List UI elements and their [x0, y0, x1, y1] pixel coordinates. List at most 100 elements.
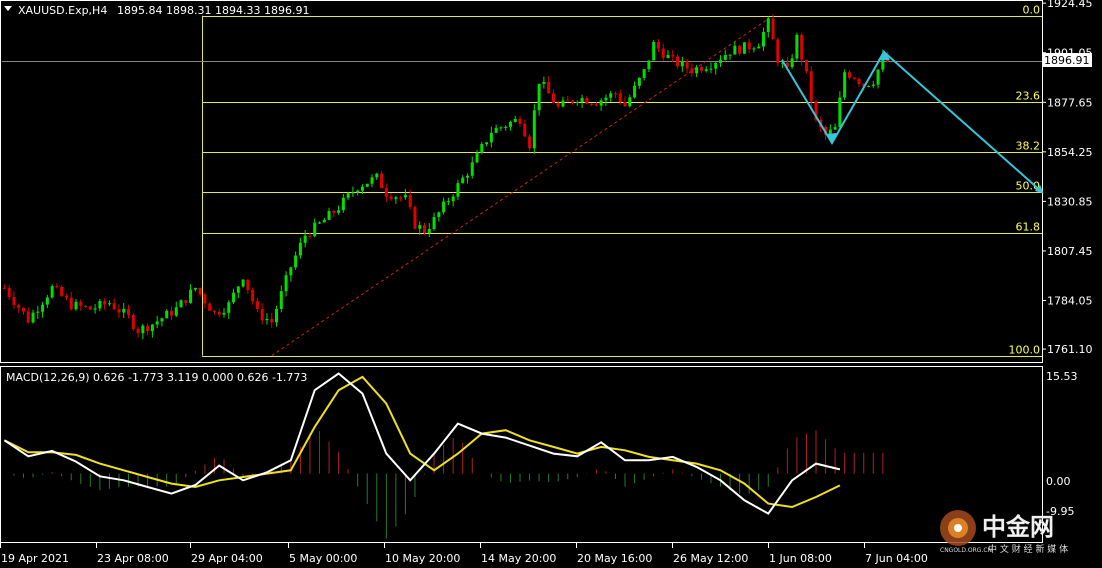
candle-body — [12, 296, 16, 306]
candle-body — [255, 301, 259, 309]
candle-body — [303, 235, 307, 243]
candle-body — [485, 142, 489, 145]
candle-body — [652, 41, 656, 61]
trend-line — [271, 18, 769, 357]
candle-body — [227, 302, 231, 313]
candle-body — [117, 309, 121, 313]
candle-body — [719, 59, 723, 63]
macd-label: MACD(12,26,9) 0.626 -1.773 3.119 0.000 0… — [6, 371, 307, 384]
candle-body — [399, 197, 403, 199]
candle-body — [723, 54, 727, 60]
candle-body — [384, 188, 388, 197]
time-tick-label: 10 May 20:00 — [385, 552, 460, 565]
candle-body — [680, 61, 684, 67]
price-tick-label: 1807.45 — [1047, 245, 1093, 258]
candle-body — [757, 46, 761, 49]
candle-body — [31, 312, 35, 323]
candle-body — [590, 103, 594, 105]
candle-body — [432, 217, 436, 230]
candle-body — [17, 305, 21, 308]
candle-body — [518, 118, 522, 124]
candle-body — [537, 83, 541, 111]
candle-body — [84, 305, 88, 307]
candle-body — [332, 211, 336, 213]
candle-body — [633, 85, 637, 98]
candle-body — [356, 190, 360, 193]
candle-body — [738, 45, 742, 54]
candle-body — [217, 311, 221, 315]
macd-main-line — [3, 372, 841, 515]
candle-body — [64, 295, 68, 298]
macd-axis-zero: 0.00 — [1046, 475, 1071, 488]
candle-body — [365, 183, 369, 187]
candle-body — [771, 18, 775, 40]
candle-body — [50, 286, 54, 298]
candle-body — [585, 98, 589, 104]
candle-body — [403, 194, 407, 198]
candle-body — [337, 210, 341, 213]
candle-body — [833, 127, 837, 130]
logo-brand: 中金网 — [982, 513, 1054, 541]
candle-body — [370, 177, 374, 184]
candle-body — [728, 54, 732, 56]
candle-body — [551, 93, 555, 104]
candle-body — [427, 229, 431, 234]
fib-level-label: 23.6 — [1016, 90, 1041, 103]
time-tick-label: 14 May 20:00 — [481, 552, 556, 565]
candle-body — [146, 325, 150, 332]
candle-body — [41, 304, 45, 312]
candle-body — [871, 84, 875, 86]
candle-body — [528, 136, 532, 149]
collapse-triangle-icon[interactable] — [4, 6, 12, 11]
candle-body — [876, 69, 880, 85]
time-axis: 19 Apr 2021 23 Apr 08:00 29 Apr 04:00 5 May… — [0, 543, 928, 565]
candle-body — [2, 287, 6, 289]
candle-body — [580, 98, 584, 102]
candle-body — [246, 279, 250, 290]
price-tick-label: 1784.05 — [1047, 294, 1093, 307]
candle-body — [594, 104, 598, 106]
candle-body — [699, 67, 703, 71]
candle-body — [289, 267, 293, 276]
chart-symbol: XAUUSD.Exp,H4 — [18, 4, 107, 17]
candle-body — [375, 173, 379, 178]
candle-body — [609, 93, 613, 98]
candle-body — [260, 308, 264, 321]
fib-level-label: 61.8 — [1016, 221, 1041, 234]
candle-body — [742, 42, 746, 54]
candle-body — [776, 39, 780, 64]
candle-body — [112, 303, 116, 310]
candle-body — [208, 303, 212, 311]
time-tick-label: 5 May 00:00 — [289, 552, 357, 565]
candle-body — [637, 77, 641, 86]
candle-body — [241, 279, 245, 287]
candle-body — [45, 297, 49, 305]
price-tick-label: 1924.45 — [1047, 0, 1093, 10]
candle-body — [275, 308, 279, 323]
current-price-text: 1896.91 — [1044, 54, 1090, 67]
candle-body — [714, 62, 718, 69]
candle-body — [193, 287, 197, 290]
candle-body — [446, 201, 450, 203]
candle-body — [131, 314, 135, 329]
candlesticks — [2, 13, 890, 340]
price-tick-label: 1854.25 — [1047, 146, 1093, 159]
candle-body — [413, 206, 417, 229]
candle-body — [857, 78, 861, 84]
candle-body — [489, 132, 493, 143]
candle-body — [69, 297, 73, 310]
candle-body — [790, 58, 794, 67]
candle-body — [566, 100, 570, 102]
candle-body — [766, 18, 770, 33]
candle-body — [155, 321, 159, 325]
candle-body — [494, 127, 498, 133]
candle-body — [618, 93, 622, 103]
candle-body — [322, 219, 326, 223]
candle-body — [867, 85, 871, 87]
candle-body — [451, 196, 455, 202]
candle-body — [532, 110, 536, 149]
candle-body — [475, 152, 479, 163]
candle-body — [198, 287, 202, 295]
candle-body — [656, 41, 660, 49]
candle-body — [800, 34, 804, 60]
